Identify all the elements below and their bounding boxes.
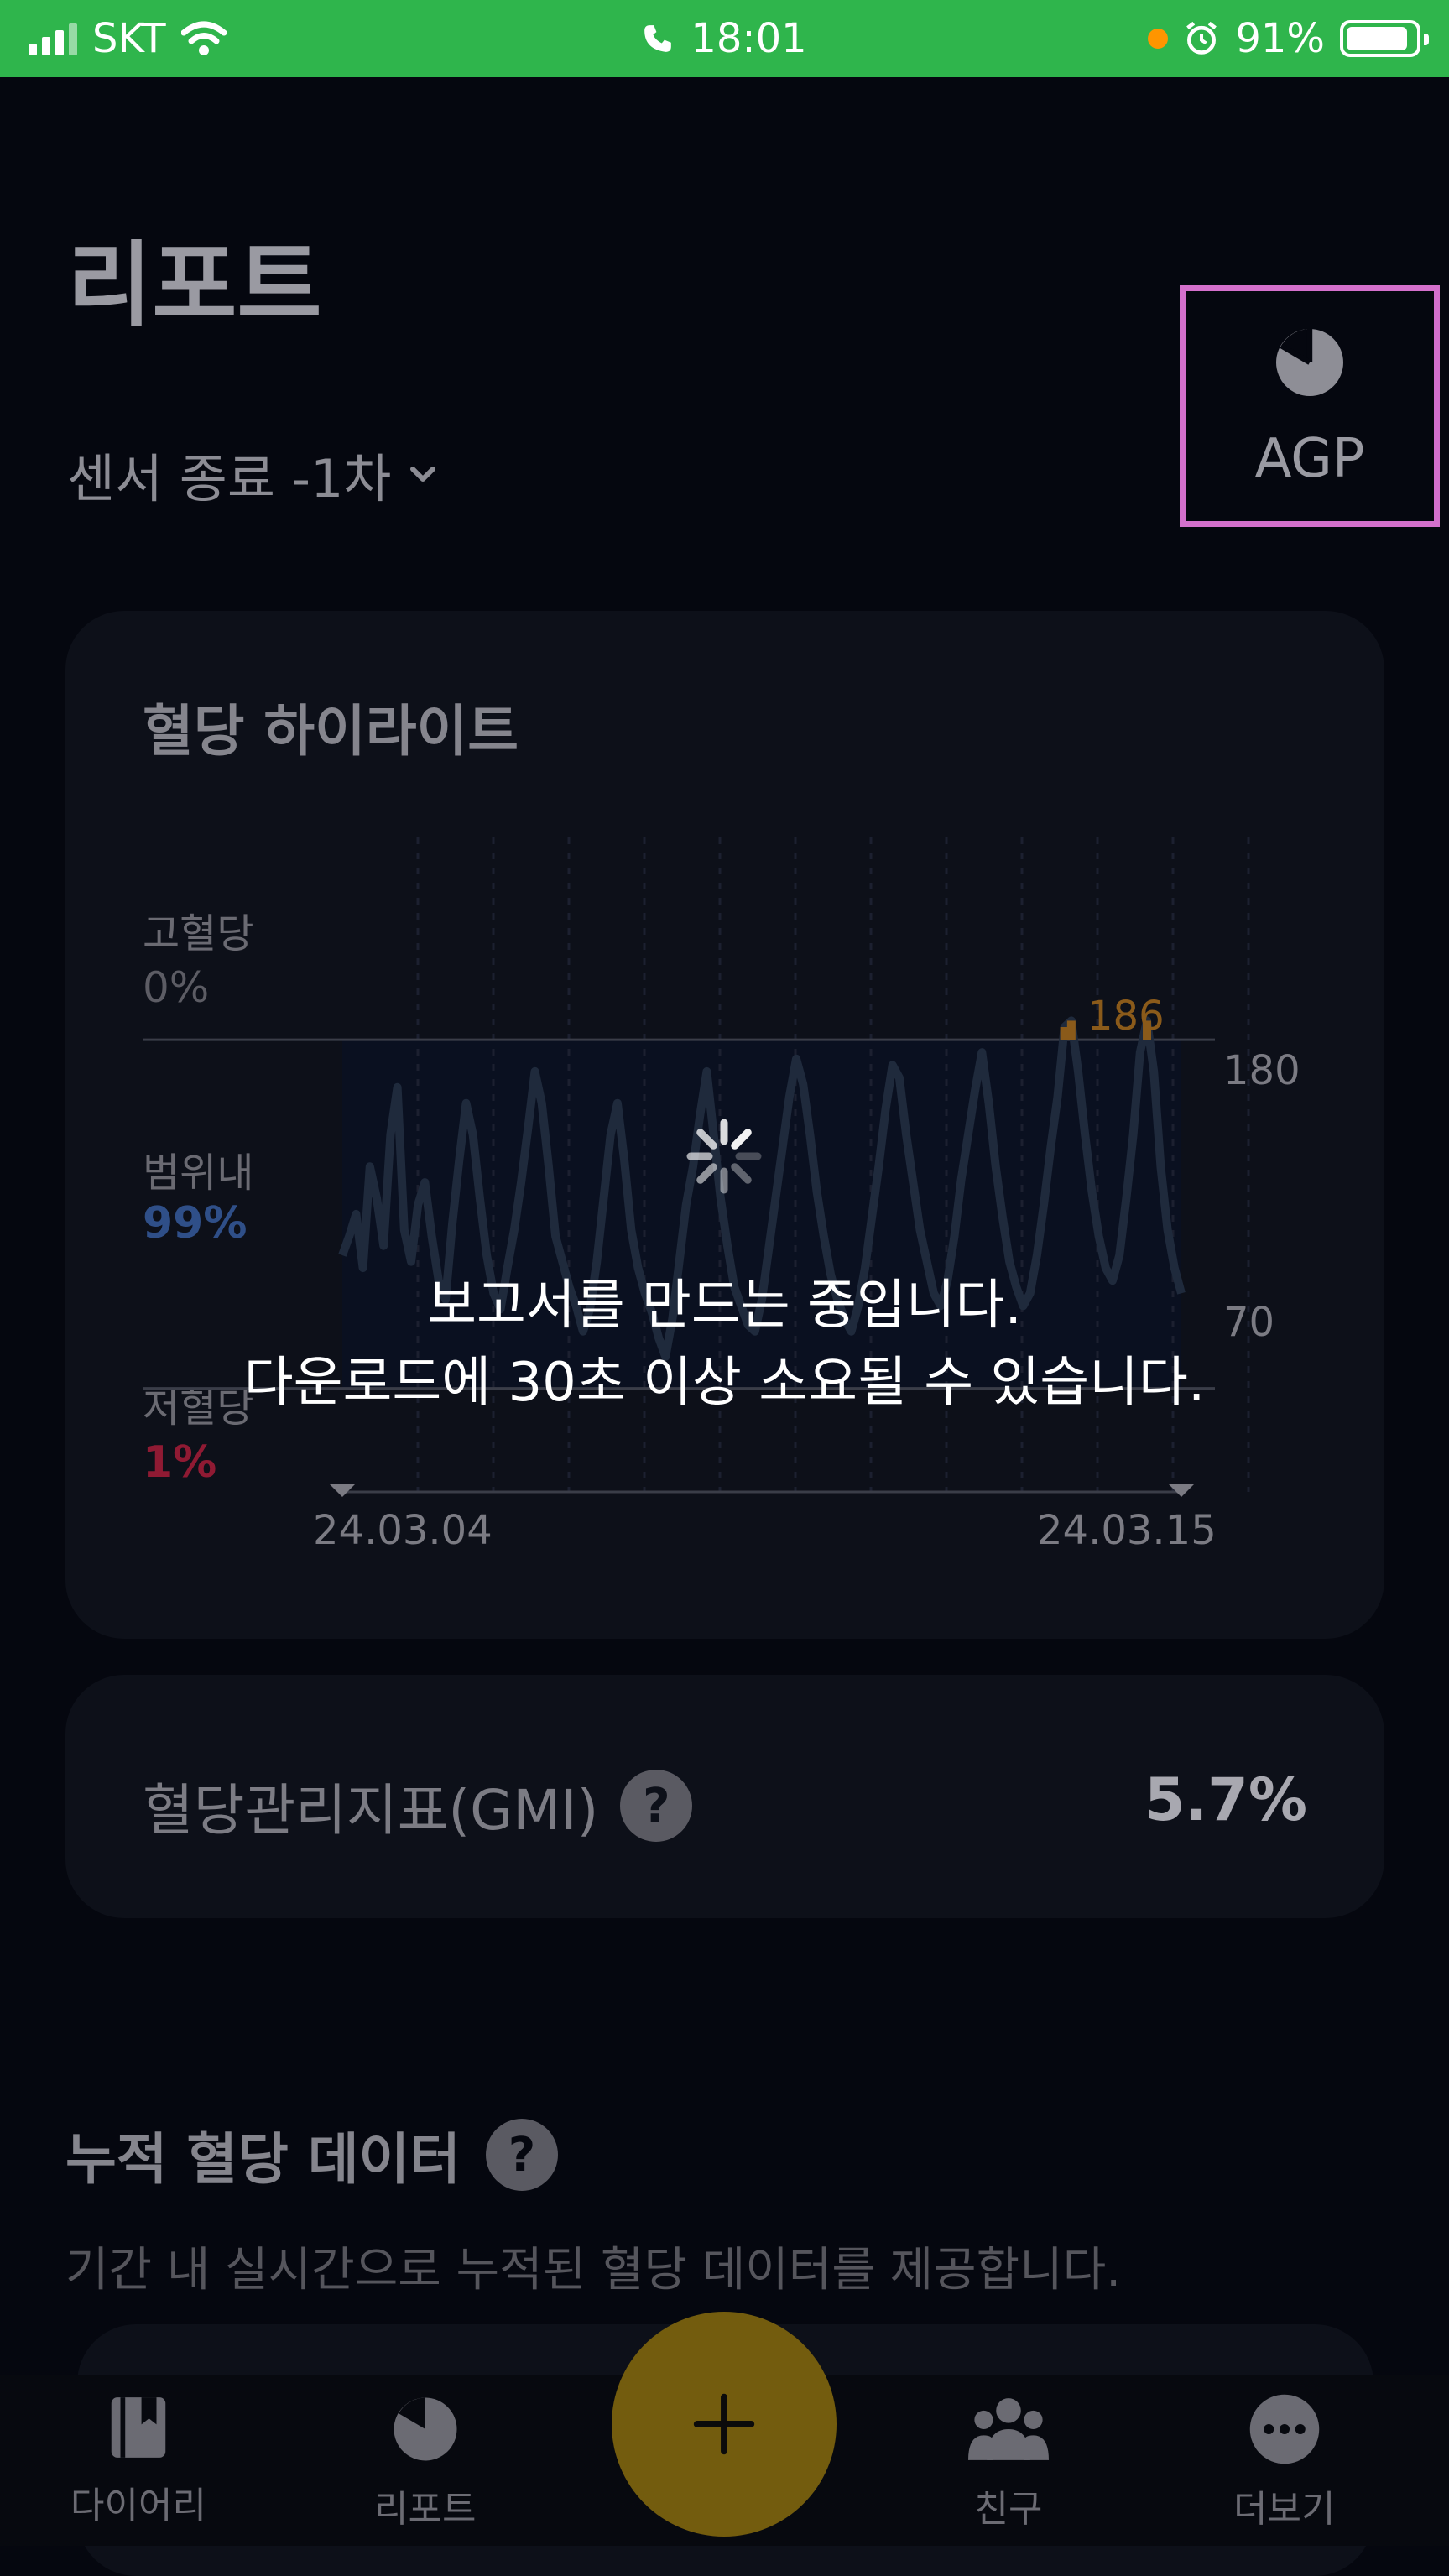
tab-more[interactable]: 더보기	[1233, 2391, 1335, 2532]
cumulative-title: 누적 혈당 데이터	[65, 2127, 461, 2192]
add-button[interactable]	[612, 2312, 837, 2537]
peak-label: 186	[1087, 993, 1165, 1040]
gmi-label-group: 혈당관리지표(GMI) ?	[143, 1765, 693, 1846]
battery-icon	[1340, 20, 1429, 57]
chevron-down-icon	[410, 467, 436, 482]
end-date-label: 24.03.15	[1037, 1507, 1217, 1554]
period-selector[interactable]: 센서 종료 -1차	[67, 436, 443, 512]
gmi-value: 5.7%	[1144, 1765, 1307, 1834]
tab-report-label: 리포트	[374, 2488, 477, 2531]
spinner-spoke	[731, 1129, 752, 1150]
start-handle-icon[interactable]	[329, 1484, 356, 1497]
spinner-spoke	[696, 1129, 717, 1150]
agp-label: AGP	[1254, 428, 1365, 490]
clock-time: 18:01	[691, 15, 807, 62]
gmi-help-icon[interactable]: ?	[620, 1770, 693, 1842]
plus-icon	[693, 2393, 755, 2455]
privacy-indicator-icon	[1148, 29, 1169, 49]
loading-spinner-icon	[686, 1119, 762, 1194]
gmi-card: 혈당관리지표(GMI) ? 5.7%	[65, 1675, 1384, 1918]
tab-diary-label: 다이어리	[70, 2485, 206, 2527]
tab-report[interactable]: 리포트	[374, 2391, 476, 2532]
tab-diary[interactable]: 다이어리	[70, 2391, 206, 2529]
battery-percent: 91%	[1235, 15, 1325, 62]
phone-icon	[644, 25, 672, 52]
spinner-spoke	[696, 1163, 717, 1184]
tab-friends[interactable]: 친구	[968, 2391, 1049, 2532]
more-dots-icon	[1249, 2394, 1319, 2464]
status-bar: SKT 18:01 91%	[0, 0, 1449, 77]
upper-threshold-label: 180	[1223, 1047, 1300, 1094]
agp-button[interactable]: AGP	[1180, 285, 1440, 527]
tab-more-label: 더보기	[1233, 2488, 1336, 2531]
alarm-icon	[1186, 21, 1217, 55]
gmi-label: 혈당관리지표(GMI)	[143, 1778, 599, 1843]
tab-friends-label: 친구	[974, 2488, 1043, 2531]
people-icon	[968, 2398, 1049, 2460]
pie-chart-icon	[394, 2397, 457, 2461]
cumulative-help-icon[interactable]: ?	[486, 2119, 558, 2191]
high-glucose-mark	[1066, 1020, 1076, 1040]
book-icon	[111, 2397, 166, 2458]
period-label: 센서 종료 -1차	[67, 448, 392, 509]
loading-message-line2: 다운로드에 30초 이상 소요될 수 있습니다.	[243, 1352, 1206, 1414]
spinner-spoke	[731, 1163, 752, 1184]
loading-message-line1: 보고서를 만드는 중입니다.	[427, 1275, 1022, 1337]
status-right: 91%	[1148, 12, 1429, 65]
start-date-label: 24.03.04	[313, 1507, 493, 1554]
page-title: 리포트	[67, 232, 322, 339]
pie-chart-icon	[1276, 329, 1343, 396]
cumulative-section-title: 누적 혈당 데이터 ?	[65, 2115, 558, 2195]
cumulative-description: 기간 내 실시간으로 누적된 혈당 데이터를 제공합니다.	[65, 2243, 1122, 2297]
